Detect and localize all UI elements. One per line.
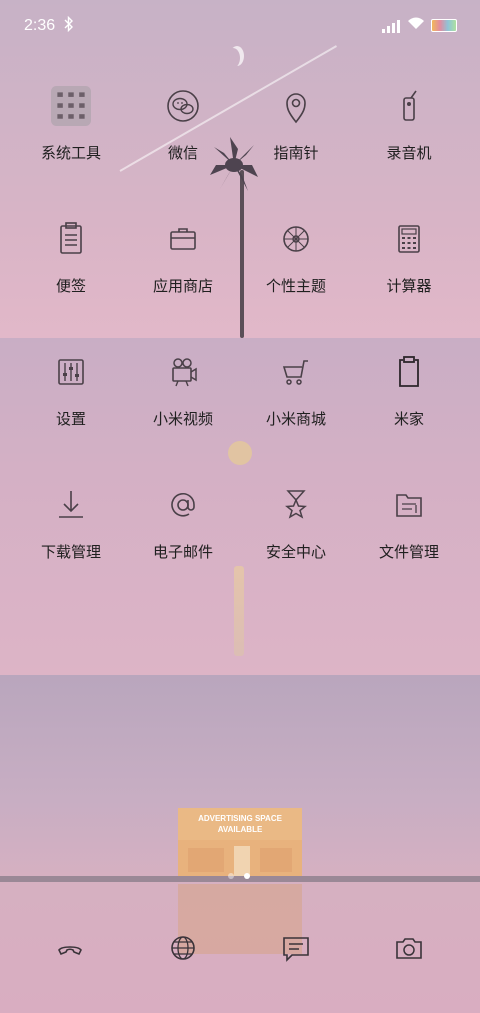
app-app-store[interactable]: 应用商店 bbox=[128, 203, 238, 313]
clock: 2:36 bbox=[24, 17, 56, 34]
file-manager-folder-icon bbox=[396, 494, 422, 517]
app-themes[interactable]: 个性主题 bbox=[241, 203, 351, 313]
status-bar: 2:36 bbox=[0, 0, 480, 52]
phone-icon[interactable] bbox=[52, 930, 88, 966]
app-calculator[interactable]: 计算器 bbox=[354, 203, 464, 313]
app-label: 计算器 bbox=[386, 277, 432, 295]
app-mijia[interactable]: 米家 bbox=[354, 336, 464, 446]
app-label: 便签 bbox=[55, 277, 86, 295]
email-at-icon bbox=[171, 493, 195, 517]
app-label: 小米视频 bbox=[152, 410, 213, 428]
cellular-signal-icon bbox=[382, 19, 402, 33]
page-dot[interactable] bbox=[228, 873, 234, 879]
download-icon bbox=[59, 491, 83, 518]
notes-clipboard-icon bbox=[60, 222, 82, 254]
app-compass[interactable]: 指南针 bbox=[241, 70, 351, 180]
video-camera-icon bbox=[172, 358, 197, 387]
app-label: 下载管理 bbox=[40, 543, 101, 561]
app-file-manager[interactable]: 文件管理 bbox=[354, 469, 464, 579]
bluetooth-icon bbox=[64, 15, 74, 36]
app-settings[interactable]: 设置 bbox=[16, 336, 126, 446]
browser-globe-icon[interactable] bbox=[165, 930, 201, 966]
page-indicator[interactable] bbox=[228, 873, 252, 881]
app-notes[interactable]: 便签 bbox=[16, 203, 126, 313]
storefront-sign: ADVERTISING SPACE AVAILABLE bbox=[178, 808, 302, 840]
compass-location-pin-icon bbox=[286, 93, 306, 124]
app-email[interactable]: 电子邮件 bbox=[128, 469, 238, 579]
app-label: 录音机 bbox=[386, 144, 432, 162]
shopping-cart-icon bbox=[282, 360, 308, 385]
sun-reflection-decoration bbox=[234, 566, 244, 656]
app-label: 个性主题 bbox=[265, 277, 326, 295]
dock bbox=[0, 920, 480, 980]
battery-icon bbox=[431, 19, 457, 32]
app-label: 安全中心 bbox=[265, 543, 326, 561]
storefront-decoration: ADVERTISING SPACE AVAILABLE bbox=[178, 808, 302, 880]
app-store-bag-icon bbox=[170, 228, 196, 250]
sign-line-2: AVAILABLE bbox=[217, 825, 263, 834]
shop-window bbox=[188, 848, 224, 872]
wechat-icon bbox=[167, 90, 199, 122]
app-label: 小米商城 bbox=[265, 410, 326, 428]
app-security[interactable]: 安全中心 bbox=[241, 469, 351, 579]
app-wechat[interactable]: 微信 bbox=[128, 70, 238, 180]
calculator-icon bbox=[398, 225, 420, 253]
security-star-icon bbox=[285, 490, 307, 519]
sign-line-1: ADVERTISING SPACE bbox=[198, 814, 282, 823]
app-label: 米家 bbox=[393, 410, 424, 428]
camera-icon[interactable] bbox=[391, 930, 427, 966]
app-label: 电子邮件 bbox=[152, 543, 213, 561]
app-label: 微信 bbox=[167, 144, 198, 162]
themes-flower-icon bbox=[283, 226, 309, 252]
messages-icon[interactable] bbox=[278, 930, 314, 966]
app-label: 系统工具 bbox=[40, 144, 101, 162]
app-label: 指南针 bbox=[273, 144, 319, 162]
recorder-icon bbox=[403, 90, 417, 121]
app-mi-video[interactable]: 小米视频 bbox=[128, 336, 238, 446]
app-label: 文件管理 bbox=[378, 543, 439, 561]
shop-window bbox=[260, 848, 292, 872]
mijia-clipboard-icon bbox=[399, 356, 419, 387]
app-recorder[interactable]: 录音机 bbox=[354, 70, 464, 180]
app-label: 应用商店 bbox=[152, 277, 213, 295]
page-dot-active[interactable] bbox=[244, 873, 250, 879]
wifi-icon bbox=[406, 15, 426, 36]
app-mi-store[interactable]: 小米商城 bbox=[241, 336, 351, 446]
system-tools-folder-icon bbox=[51, 86, 91, 126]
app-downloads[interactable]: 下载管理 bbox=[16, 469, 126, 579]
app-label: 设置 bbox=[55, 410, 86, 428]
app-system-tools[interactable]: 系统工具 bbox=[16, 70, 126, 180]
settings-sliders-icon bbox=[58, 359, 84, 385]
